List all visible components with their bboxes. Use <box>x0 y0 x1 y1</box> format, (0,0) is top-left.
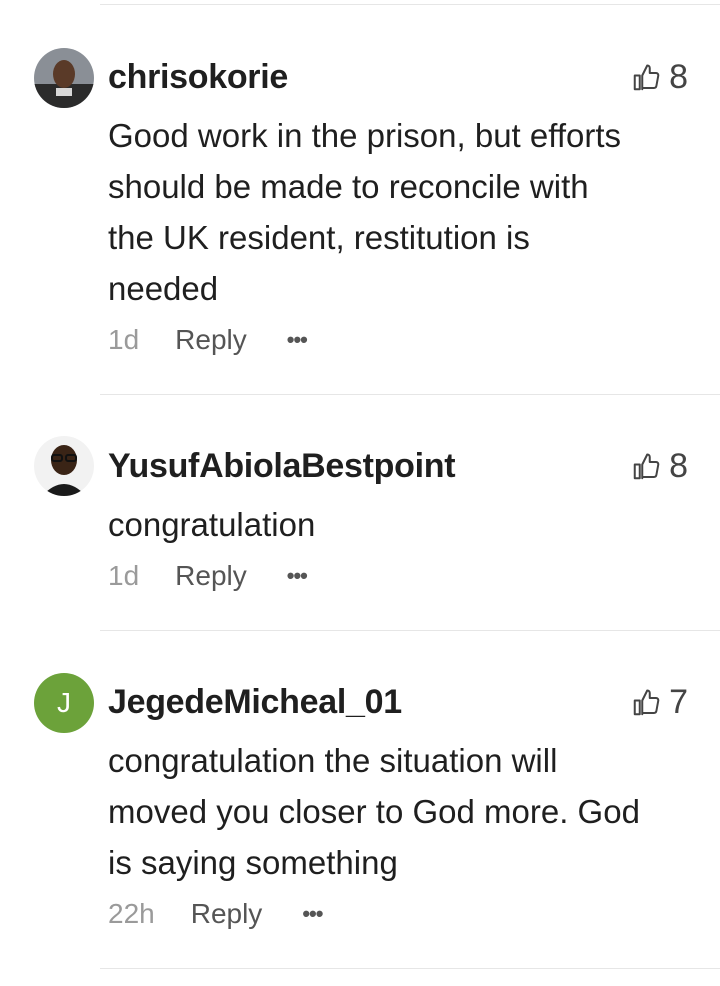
comment-text-line: the UK resident, restitution is <box>108 219 530 256</box>
more-options-icon[interactable]: ••• <box>287 327 308 353</box>
reply-button[interactable]: Reply <box>175 324 247 356</box>
comment-time: 22h <box>108 898 155 929</box>
user-photo-avatar-icon <box>34 48 94 108</box>
thumbs-up-icon <box>633 689 660 715</box>
comment-text-line: is saying something <box>108 844 398 881</box>
comment-divider <box>100 4 720 5</box>
thumbs-up-icon <box>633 453 660 479</box>
comment-text: congratulation the situation will moved … <box>108 735 698 888</box>
avatar-letter: J <box>57 687 71 718</box>
reply-button[interactable]: Reply <box>191 898 263 930</box>
comment-meta: 22h Reply ••• <box>108 898 323 930</box>
more-options-icon[interactable]: ••• <box>287 563 308 589</box>
comment-text-line: needed <box>108 270 219 307</box>
like-button[interactable]: 8 <box>631 447 688 486</box>
like-count: 7 <box>669 683 688 721</box>
more-options-icon[interactable]: ••• <box>302 901 323 927</box>
like-button[interactable]: 7 <box>631 683 688 722</box>
comment-text-line: moved you closer to God more. God <box>108 793 640 830</box>
comment-divider <box>100 630 720 631</box>
avatar[interactable] <box>34 48 94 108</box>
reply-button[interactable]: Reply <box>175 560 247 592</box>
avatar[interactable]: J <box>34 673 94 733</box>
comment-time: 1d <box>108 324 140 355</box>
like-button[interactable]: 8 <box>631 58 688 97</box>
comment-text: congratulation <box>108 499 698 550</box>
like-count: 8 <box>669 447 688 485</box>
username[interactable]: YusufAbiolaBestpoint <box>108 447 456 486</box>
comment-meta: 1d Reply ••• <box>108 560 308 592</box>
comment-text: Good work in the prison, but efforts sho… <box>108 110 698 314</box>
avatar[interactable] <box>34 436 94 496</box>
comment-time: 1d <box>108 560 140 591</box>
username[interactable]: JegedeMicheal_01 <box>108 683 402 722</box>
comment-text-line: should be made to reconcile with <box>108 168 589 205</box>
comment-divider <box>100 394 720 395</box>
comment-meta: 1d Reply ••• <box>108 324 308 356</box>
like-count: 8 <box>669 58 688 96</box>
comment-text-line: congratulation <box>108 506 316 543</box>
username[interactable]: chrisokorie <box>108 58 288 97</box>
comment-text-line: congratulation the situation will <box>108 742 558 779</box>
comment-text-line: Good work in the prison, but efforts <box>108 117 621 154</box>
comment-divider <box>100 968 720 969</box>
thumbs-up-icon <box>633 64 660 90</box>
user-photo-avatar-icon <box>34 436 94 496</box>
